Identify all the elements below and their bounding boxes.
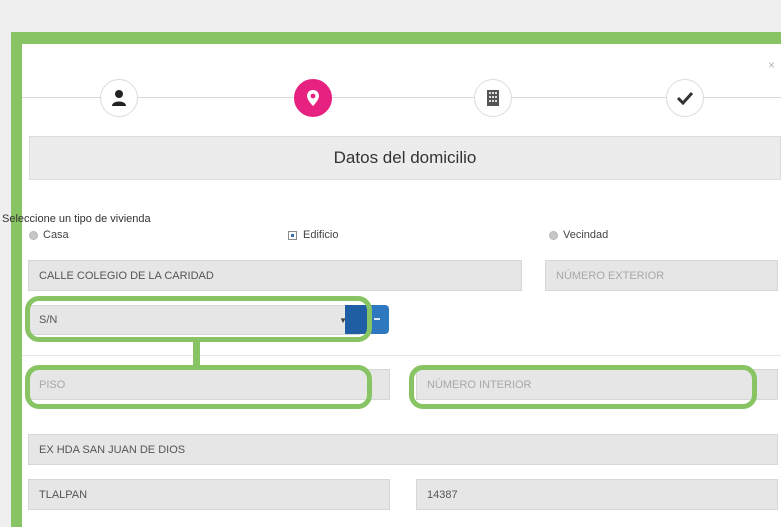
step-personal[interactable]	[100, 79, 138, 117]
step-confirm[interactable]	[666, 79, 704, 117]
radio-label: Casa	[43, 229, 69, 241]
housing-type-label: Seleccione un tipo de vivienda	[2, 213, 151, 225]
radio-button[interactable]	[549, 230, 558, 240]
highlight-select	[25, 296, 372, 342]
delegacion-field[interactable]: TLALPAN	[28, 479, 390, 510]
radio-button[interactable]	[29, 230, 38, 240]
postal-code-field[interactable]: 14387	[416, 479, 778, 510]
step-address[interactable]	[294, 79, 332, 117]
radio-label: Edificio	[303, 229, 339, 241]
radio-casa[interactable]: Casa	[29, 229, 69, 241]
step-connector	[138, 97, 294, 98]
highlight-floor	[25, 365, 372, 409]
exterior-number-field[interactable]: NÚMERO EXTERIOR	[545, 260, 778, 291]
divider	[22, 355, 781, 356]
radio-edificio[interactable]: Edificio	[288, 229, 338, 241]
step-connector	[332, 97, 474, 98]
radio-vecindad[interactable]: Vecindad	[549, 229, 608, 241]
radio-label: Vecindad	[563, 229, 609, 241]
colonia-field[interactable]: EX HDA SAN JUAN DE DIOS	[28, 434, 778, 465]
minus-icon	[374, 318, 380, 320]
building-icon	[487, 90, 499, 106]
radio-button-selected[interactable]	[288, 230, 297, 240]
section-title: Datos del domicilio	[29, 136, 781, 180]
user-icon	[112, 90, 126, 106]
step-connector	[512, 97, 666, 98]
highlight-interior	[409, 365, 757, 409]
step-company[interactable]	[474, 79, 512, 117]
location-pin-icon	[307, 90, 319, 106]
checkmark-icon	[677, 91, 693, 105]
step-connector	[22, 97, 100, 98]
street-field[interactable]: CALLE COLEGIO DE LA CARIDAD	[28, 260, 522, 291]
close-icon[interactable]: ×	[768, 58, 775, 72]
step-connector	[704, 97, 781, 98]
